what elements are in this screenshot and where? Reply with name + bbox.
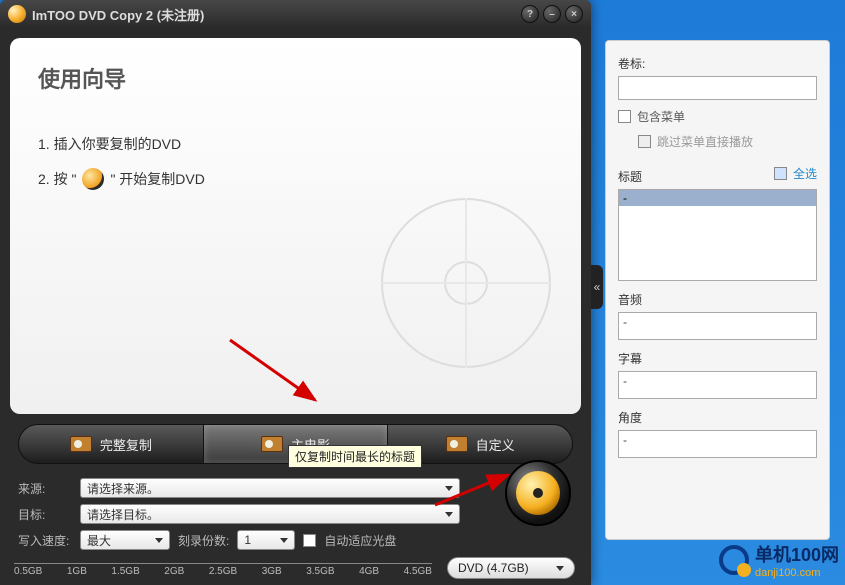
size-ruler: 0.5GB 1GB 1.5GB 2GB 2.5GB 3GB 3.5GB 4GB …: [14, 563, 432, 577]
watermark-url: danji100.com: [755, 567, 839, 579]
subtitle-label: 字幕: [618, 350, 817, 367]
collapse-side-panel-button[interactable]: «: [591, 265, 603, 309]
close-button[interactable]: ×: [565, 5, 583, 23]
angle-item: -: [623, 433, 627, 447]
audio-item: -: [623, 315, 627, 329]
form-area: 来源: 请选择来源。 目标: 请选择目标。 写入速度: 最大 刻录份数: 1: [18, 478, 573, 550]
copies-spinner[interactable]: 1: [237, 530, 295, 550]
wizard-heading: 使用向导: [38, 62, 553, 94]
subtitle-item: -: [623, 374, 627, 388]
wizard-step-2-prefix: 2. 按 ": [38, 169, 76, 189]
include-menu-label: 包含菜单: [637, 108, 685, 125]
tooltip: 仅复制时间最长的标题: [288, 445, 422, 468]
target-value: 请选择目标。: [87, 506, 159, 523]
chevron-down-icon: [445, 486, 453, 491]
mode-full-label: 完整复制: [100, 435, 152, 454]
titlebar: ImTOO DVD Copy 2 (未注册) ? – ×: [0, 0, 591, 28]
minimize-button[interactable]: –: [543, 5, 561, 23]
ruler-tick: 3.5GB: [306, 566, 334, 577]
write-speed-select[interactable]: 最大: [80, 530, 170, 550]
ruler-tick: 1GB: [67, 566, 87, 577]
source-label: 来源:: [18, 480, 72, 497]
target-disc-value: DVD (4.7GB): [458, 561, 529, 575]
disc-icon: [82, 168, 104, 190]
select-all-label: 全选: [793, 165, 817, 182]
chevron-down-icon: [155, 538, 163, 543]
wizard-step-2: 2. 按 " " 开始复制DVD: [38, 168, 553, 190]
dvd-watermark-icon: [381, 198, 551, 368]
watermark: 单机100网 danji100.com: [719, 541, 839, 579]
autofit-checkbox[interactable]: [303, 534, 316, 547]
volume-label: 卷标:: [618, 55, 817, 72]
wizard-step-2-suffix: " 开始复制DVD: [110, 169, 204, 189]
start-copy-button[interactable]: [505, 460, 571, 526]
ruler-tick: 3GB: [262, 566, 282, 577]
include-menu-checkbox[interactable]: [618, 110, 631, 123]
source-select[interactable]: 请选择来源。: [80, 478, 460, 498]
target-disc-select[interactable]: DVD (4.7GB): [447, 557, 575, 579]
wizard-panel: 使用向导 1. 插入你要复制的DVD 2. 按 " " 开始复制DVD: [10, 38, 581, 414]
chevron-down-icon: [556, 566, 564, 571]
subtitle-listbox[interactable]: -: [618, 371, 817, 399]
mode-custom-label: 自定义: [476, 435, 515, 454]
side-panel: 卷标: 包含菜单 跳过菜单直接播放 标题 全选 - 音频 - 字幕 - 角度 -: [605, 40, 830, 540]
app-window: ImTOO DVD Copy 2 (未注册) ? – × 使用向导 1. 插入你…: [0, 0, 591, 585]
watermark-name: 单机100网: [755, 545, 839, 565]
target-label: 目标:: [18, 506, 72, 523]
skip-menu-label: 跳过菜单直接播放: [657, 133, 753, 150]
ruler-tick: 2.5GB: [209, 566, 237, 577]
angle-label: 角度: [618, 409, 817, 426]
ruler-tick: 4GB: [359, 566, 379, 577]
audio-listbox[interactable]: -: [618, 312, 817, 340]
select-all-checkbox[interactable]: [774, 167, 787, 180]
app-logo-icon: [8, 5, 26, 23]
source-value: 请选择来源。: [87, 480, 159, 497]
mode-full-copy-button[interactable]: 完整复制: [19, 425, 204, 463]
ruler-tick: 4.5GB: [404, 566, 432, 577]
ruler-tick: 0.5GB: [14, 566, 42, 577]
chevron-down-icon: [445, 512, 453, 517]
titles-label: 标题: [618, 168, 642, 185]
skip-menu-checkbox[interactable]: [638, 135, 651, 148]
autofit-label: 自动适应光盘: [324, 532, 396, 549]
window-title: ImTOO DVD Copy 2 (未注册): [32, 5, 521, 24]
copies-label: 刻录份数:: [178, 532, 229, 549]
write-speed-label: 写入速度:: [18, 532, 72, 549]
volume-input[interactable]: [618, 76, 817, 100]
wizard-step-1-text: 1. 插入你要复制的DVD: [38, 134, 181, 154]
spinner-icon: [280, 538, 288, 543]
write-speed-value: 最大: [87, 532, 111, 549]
help-button[interactable]: ?: [521, 5, 539, 23]
disc-icon: [516, 471, 560, 515]
target-select[interactable]: 请选择目标。: [80, 504, 460, 524]
wizard-step-1: 1. 插入你要复制的DVD: [38, 134, 553, 154]
title-item[interactable]: -: [619, 190, 816, 206]
audio-label: 音频: [618, 291, 817, 308]
angle-listbox[interactable]: -: [618, 430, 817, 458]
titles-listbox[interactable]: -: [618, 189, 817, 281]
watermark-logo-icon: [719, 545, 749, 575]
tools-icon: [446, 436, 468, 452]
ruler-tick: 2GB: [164, 566, 184, 577]
reel-icon: [261, 436, 283, 452]
copies-value: 1: [244, 533, 251, 547]
ruler-tick: 1.5GB: [111, 566, 139, 577]
film-icon: [70, 436, 92, 452]
